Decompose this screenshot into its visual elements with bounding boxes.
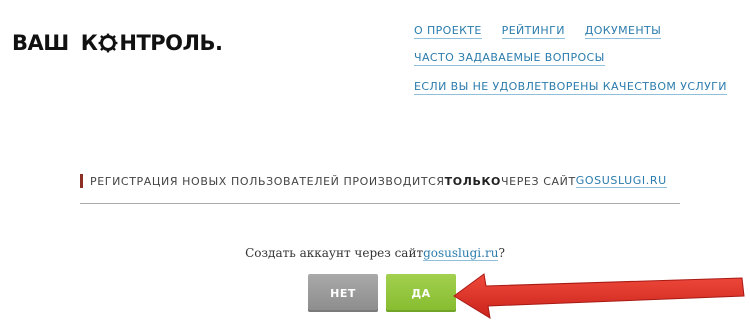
- nav-link-complaint[interactable]: ЕСЛИ ВЫ НЕ УДОВЛЕТВОРЕНЫ КАЧЕСТВОМ УСЛУГ…: [414, 80, 727, 95]
- nav-link-faq[interactable]: ЧАСТО ЗАДАВАЕМЫЕ ВОПРОСЫ: [414, 51, 605, 66]
- create-account-question: Создать аккаунт через сайтgosuslugi.ru?: [0, 246, 750, 261]
- logo-word-vash: ВАШ: [12, 31, 69, 55]
- divider: [80, 203, 680, 204]
- nav-row-complaint: ЕСЛИ ВЫ НЕ УДОВЛЕТВОРЕНЫ КАЧЕСТВОМ УСЛУГ…: [414, 80, 727, 95]
- logo-word-k: К: [80, 31, 98, 55]
- nav-row-main: О ПРОЕКТЕ РЕЙТИНГИ ДОКУМЕНТЫ: [414, 24, 677, 39]
- logo-wheel-icon: [97, 31, 119, 55]
- red-arrow-icon: [453, 273, 745, 319]
- nav-link-about[interactable]: О ПРОЕКТЕ: [414, 24, 482, 39]
- question-text: Создать аккаунт через сайт: [245, 246, 424, 260]
- logo-word-rest: НТРОЛЬ.: [119, 31, 223, 55]
- notice-gosuslugi-link[interactable]: GOSUSLUGI.RU: [575, 174, 667, 188]
- notice-text-before: РЕГИСТРАЦИЯ НОВЫХ ПОЛЬЗОВАТЕЛЕЙ ПРОИЗВОД…: [90, 174, 445, 188]
- notice-accent-bar: [80, 174, 83, 188]
- question-mark: ?: [498, 246, 505, 260]
- nav-link-documents[interactable]: ДОКУМЕНТЫ: [584, 24, 662, 39]
- notice-text-after: ЧЕРЕЗ САЙТ: [501, 174, 576, 188]
- no-button[interactable]: НЕТ: [308, 274, 378, 312]
- nav-row-faq: ЧАСТО ЗАДАВАЕМЫЕ ВОПРОСЫ: [414, 51, 605, 66]
- registration-notice: РЕГИСТРАЦИЯ НОВЫХ ПОЛЬЗОВАТЕЛЕЙ ПРОИЗВОД…: [80, 174, 667, 188]
- site-logo[interactable]: ВАШ К НТРОЛЬ.: [12, 31, 223, 55]
- nav-link-ratings[interactable]: РЕЙТИНГИ: [501, 24, 565, 39]
- question-gosuslugi-link[interactable]: gosuslugi.ru: [423, 246, 499, 261]
- notice-text-strong: ТОЛЬКО: [444, 174, 501, 188]
